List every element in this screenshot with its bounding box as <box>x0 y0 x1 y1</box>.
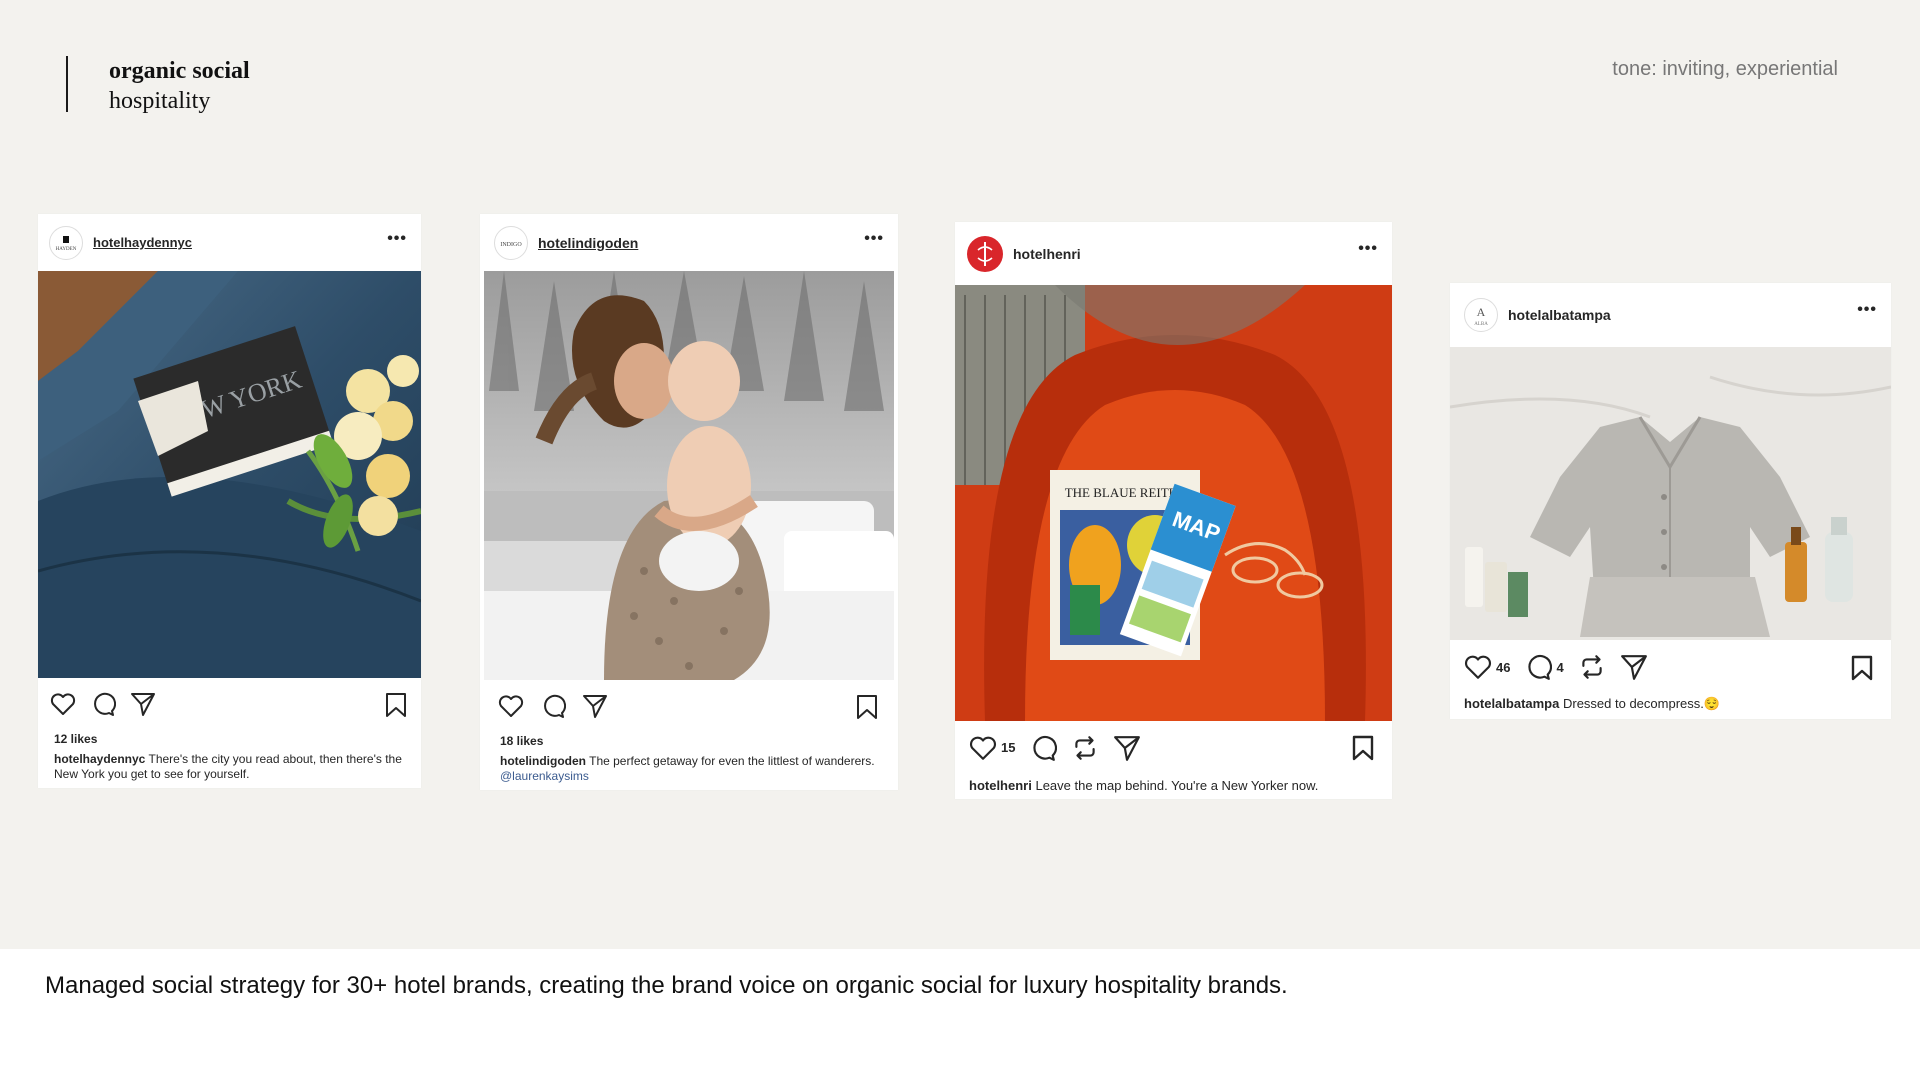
heart-icon[interactable]: 15 <box>969 735 1015 761</box>
instagram-post-henri: hotelhenri ••• THE BLAUE REITER MAP 15 h… <box>955 222 1392 799</box>
more-options-icon[interactable]: ••• <box>1358 240 1378 258</box>
post-header: A ALBA hotelalbatampa ••• <box>1450 283 1891 347</box>
bookmark-icon[interactable] <box>856 694 878 720</box>
pajamas-on-bed-image <box>1450 347 1891 640</box>
post-caption: hotelalbatampa Dressed to decompress.😌 <box>1450 694 1891 712</box>
post-photo: THE BLAUE REITER MAP <box>955 285 1392 721</box>
likes-count[interactable]: 18 likes <box>480 734 898 748</box>
repost-icon[interactable] <box>1071 734 1099 762</box>
post-header: HAYDEN hotelhaydennyc ••• <box>38 214 421 271</box>
book-on-sofa-image: NEW YORK <box>38 271 421 678</box>
henri-logo-icon <box>977 241 993 266</box>
svg-text:A: A <box>1477 305 1486 319</box>
instagram-post-alba: A ALBA hotelalbatampa ••• 46 4 hotelalba… <box>1450 283 1891 719</box>
mother-holding-baby-image <box>484 271 894 680</box>
post-handle[interactable]: hotelalbatampa <box>1508 307 1611 323</box>
avatar[interactable] <box>967 235 1003 272</box>
svg-text:HAYDEN: HAYDEN <box>56 247 77 252</box>
share-icon[interactable] <box>582 693 608 719</box>
caption-user[interactable]: hotelalbatampa <box>1464 696 1559 711</box>
bookmark-icon[interactable] <box>1352 735 1374 761</box>
share-icon[interactable] <box>1113 734 1141 762</box>
post-photo: NEW YORK <box>38 271 421 678</box>
post-caption: hotelindigoden The perfect getaway for e… <box>480 748 898 784</box>
relieved-emoji-icon: 😌 <box>1703 696 1721 711</box>
page-title: organic social <box>109 58 250 84</box>
post-handle[interactable]: hotelhenri <box>1013 246 1081 262</box>
like-count: 46 <box>1496 659 1511 675</box>
caption-text: The perfect getaway for even the littles… <box>589 754 875 768</box>
svg-text:ALBA: ALBA <box>1474 322 1488 327</box>
heart-icon[interactable]: 46 <box>1464 654 1510 680</box>
caption-text: Dressed to decompress. <box>1562 696 1704 711</box>
avatar[interactable]: A ALBA <box>1464 298 1498 332</box>
post-handle[interactable]: hotelindigoden <box>538 235 638 251</box>
post-actions: 15 <box>955 721 1392 774</box>
comment-icon[interactable]: 4 <box>1524 653 1564 681</box>
indigo-logo-icon: INDIGO <box>500 242 522 248</box>
post-photo <box>484 271 894 680</box>
more-options-icon[interactable]: ••• <box>387 230 407 248</box>
post-caption: hotelhenri Leave the map behind. You're … <box>955 774 1392 794</box>
bookmark-icon[interactable] <box>1851 655 1873 681</box>
caption-user[interactable]: hotelindigoden <box>500 754 586 768</box>
title-block: organic social hospitality <box>66 56 250 114</box>
bookmark-icon[interactable] <box>385 692 407 718</box>
post-actions <box>38 678 421 730</box>
mention-link[interactable]: @laurenkaysims <box>500 769 589 783</box>
share-icon[interactable] <box>130 691 156 717</box>
repost-icon[interactable] <box>1578 653 1606 681</box>
presentation-stage: organic social hospitality tone: invitin… <box>0 0 1920 949</box>
caption-user[interactable]: hotelhaydennyc <box>54 752 145 766</box>
post-caption: hotelhaydennyc There's the city you read… <box>38 746 421 782</box>
avatar[interactable]: HAYDEN <box>49 225 83 260</box>
heart-icon[interactable] <box>50 692 76 716</box>
more-options-icon[interactable]: ••• <box>1857 301 1877 319</box>
comment-icon[interactable] <box>90 691 116 717</box>
comment-icon[interactable] <box>1029 734 1058 762</box>
post-photo <box>1450 347 1891 640</box>
svg-text:INDIGO: INDIGO <box>500 242 522 248</box>
likes-count[interactable]: 12 likes <box>38 732 421 746</box>
post-actions: 46 4 <box>1450 640 1891 694</box>
post-handle[interactable]: hotelhaydennyc <box>93 235 192 250</box>
like-count: 15 <box>1001 740 1016 755</box>
comment-count: 4 <box>1556 659 1564 675</box>
hayden-logo-icon: HAYDEN <box>56 235 77 252</box>
instagram-post-hayden: HAYDEN hotelhaydennyc ••• NEW YORK 12 li… <box>38 214 421 788</box>
alba-logo-icon: A ALBA <box>1474 305 1488 327</box>
share-icon[interactable] <box>1620 653 1648 681</box>
post-header: hotelhenri ••• <box>955 222 1392 285</box>
comment-icon[interactable] <box>540 693 566 719</box>
slide-caption: Managed social strategy for 30+ hotel br… <box>45 972 1288 999</box>
post-header: INDIGO hotelindigoden ••• <box>480 214 898 271</box>
avatar[interactable]: INDIGO <box>494 225 528 260</box>
instagram-post-indigo: INDIGO hotelindigoden ••• 18 likes hotel… <box>480 214 898 790</box>
post-actions <box>480 680 898 732</box>
caption-text: Leave the map behind. You're a New Yorke… <box>1035 778 1319 793</box>
tone-label: tone: inviting, experiential <box>1612 58 1838 80</box>
page-subtitle: hospitality <box>109 88 211 114</box>
more-options-icon[interactable]: ••• <box>864 230 884 248</box>
heart-icon[interactable] <box>498 694 524 718</box>
svg-text:THE BLAUE REITER: THE BLAUE REITER <box>1065 485 1186 500</box>
book-and-map-image: THE BLAUE REITER MAP <box>955 285 1392 721</box>
caption-user[interactable]: hotelhenri <box>969 778 1032 793</box>
